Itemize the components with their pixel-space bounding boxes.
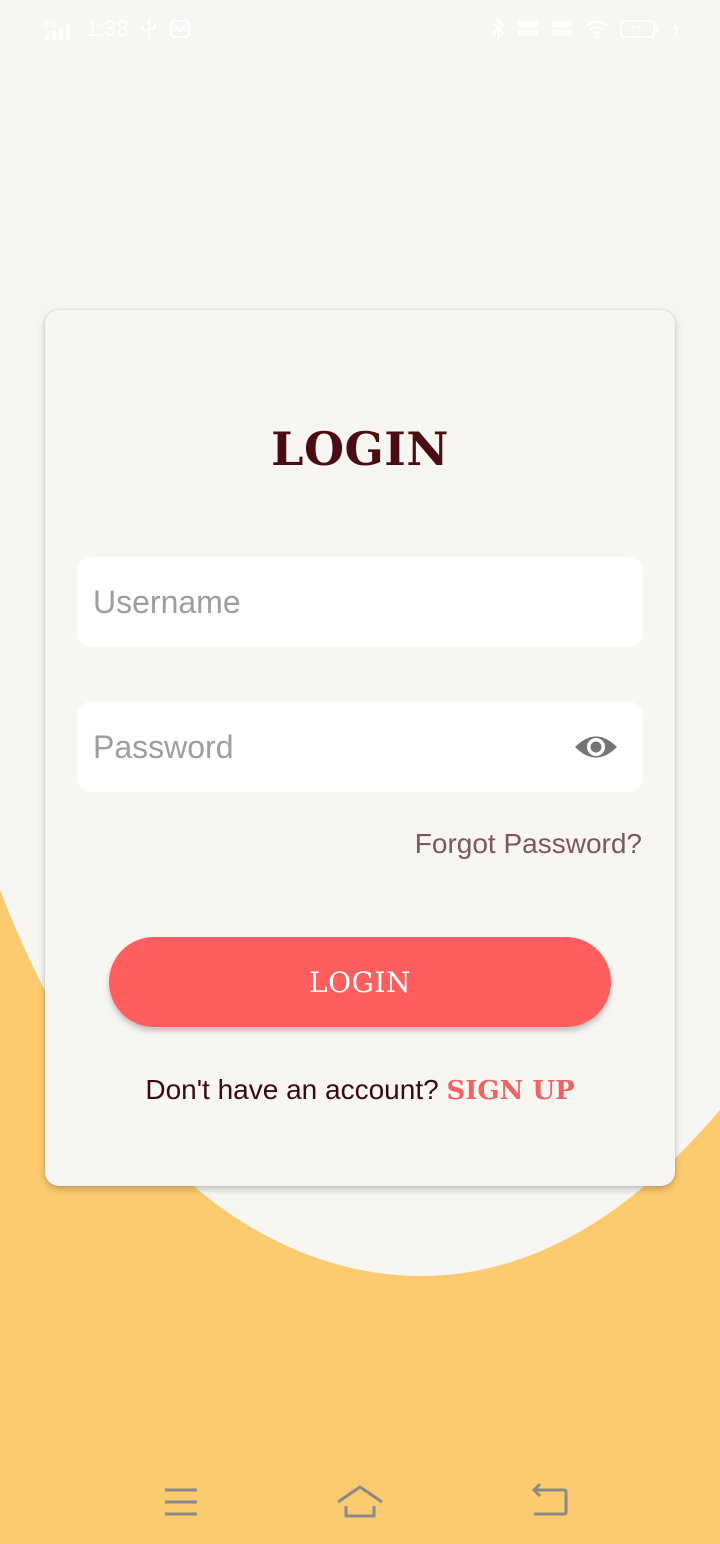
signup-link[interactable]: SIGN UP — [446, 1076, 574, 1106]
home-icon[interactable] — [333, 1480, 383, 1524]
menu-icon[interactable] — [156, 1480, 206, 1524]
wifi-icon — [584, 18, 610, 40]
login-card: LOGIN Forgot Password? LOGIN Don't have … — [45, 310, 675, 1186]
bluetooth-icon — [490, 17, 506, 41]
back-icon[interactable] — [526, 1480, 576, 1524]
signup-row: Don't have an account? SIGN UP — [45, 1074, 675, 1106]
volte-icon — [516, 18, 540, 40]
status-left: 4G 1:38 — [42, 12, 191, 46]
eye-icon[interactable] — [573, 730, 619, 764]
navigation-bar — [0, 1462, 720, 1544]
battery-icon: 77 — [620, 18, 660, 40]
network-label: 4G — [43, 19, 57, 30]
username-field — [77, 557, 643, 647]
password-input[interactable] — [93, 702, 553, 792]
password-field — [77, 702, 643, 792]
data-speed-icon — [550, 18, 574, 40]
username-input[interactable] — [93, 557, 553, 647]
signup-prompt: Don't have an account? — [145, 1074, 447, 1105]
charging-icon — [670, 18, 682, 40]
login-button[interactable]: LOGIN — [109, 937, 611, 1027]
mail-icon — [169, 18, 191, 40]
battery-level: 77 — [630, 25, 642, 36]
login-title: LOGIN — [271, 422, 449, 476]
usb-icon — [139, 17, 159, 41]
status-time: 1:38 — [86, 16, 129, 41]
status-bar: 4G 1:38 77 — [0, 0, 720, 58]
status-right: 77 — [490, 12, 682, 46]
forgot-password-link[interactable]: Forgot Password? — [415, 828, 642, 860]
signal-icon: 4G — [42, 16, 76, 42]
